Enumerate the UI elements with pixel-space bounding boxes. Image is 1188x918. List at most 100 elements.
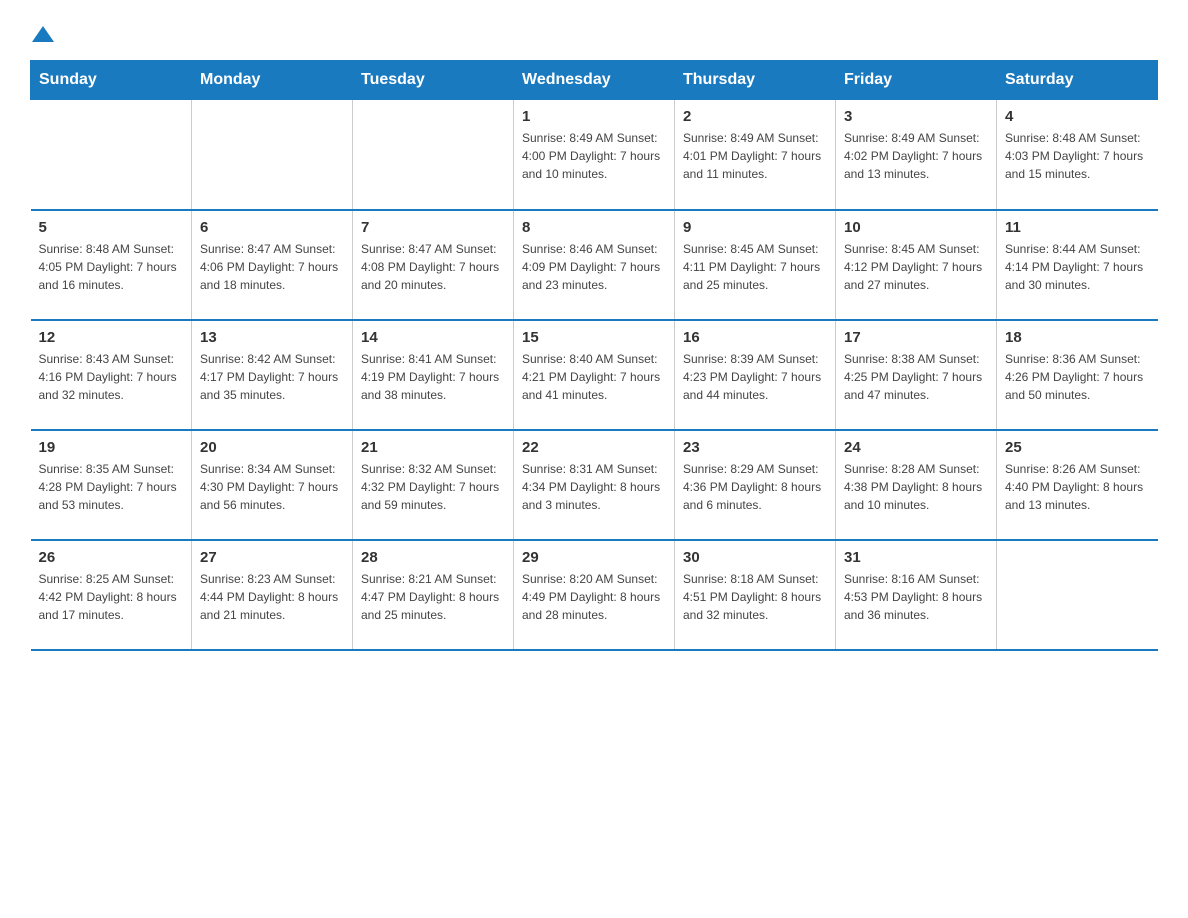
calendar-cell: 16Sunrise: 8:39 AM Sunset: 4:23 PM Dayli… <box>675 320 836 430</box>
day-info: Sunrise: 8:45 AM Sunset: 4:12 PM Dayligh… <box>844 240 988 294</box>
calendar-cell: 11 Sunrise: 8:44 AM Sunset: 4:14 PM Dayli… <box>997 210 1158 320</box>
day-info: Sunrise: 8:46 AM Sunset: 4:09 PM Dayligh… <box>522 240 666 294</box>
calendar-cell: 24 Sunrise: 8:28 AM Sunset: 4:38 PM Dayli… <box>836 430 997 540</box>
col-header-saturday: Saturday <box>997 61 1158 100</box>
week-row-2: 5 Sunrise: 8:48 AM Sunset: 4:05 PM Daylig… <box>31 210 1158 320</box>
calendar-cell: 9Sunrise: 8:45 AM Sunset: 4:11 PM Daylig… <box>675 210 836 320</box>
week-row-3: 12 Sunrise: 8:43 AM Sunset: 4:16 PM Dayli… <box>31 320 1158 430</box>
day-number: 16 <box>683 329 827 346</box>
day-number: 29 <box>522 549 666 566</box>
day-number: 28 <box>361 549 505 566</box>
day-number: 21 <box>361 439 505 456</box>
calendar-cell: 22 Sunrise: 8:31 AM Sunset: 4:34 PM Dayli… <box>514 430 675 540</box>
day-number: 9 <box>683 219 827 236</box>
day-number: 23 <box>683 439 827 456</box>
week-row-4: 19 Sunrise: 8:35 AM Sunset: 4:28 PM Dayli… <box>31 430 1158 540</box>
day-number: 27 <box>200 549 344 566</box>
day-number: 20 <box>200 439 344 456</box>
day-info: Sunrise: 8:38 AM Sunset: 4:25 PM Dayligh… <box>844 350 988 404</box>
calendar-cell <box>192 100 353 210</box>
logo <box>30 20 54 40</box>
day-number: 24 <box>844 439 988 456</box>
col-header-monday: Monday <box>192 61 353 100</box>
day-number: 6 <box>200 219 344 236</box>
day-number: 4 <box>1005 108 1150 125</box>
day-info: Sunrise: 8:16 AM Sunset: 4:53 PM Dayligh… <box>844 570 988 624</box>
day-info: Sunrise: 8:48 AM Sunset: 4:03 PM Dayligh… <box>1005 129 1150 183</box>
day-info: Sunrise: 8:36 AM Sunset: 4:26 PM Dayligh… <box>1005 350 1150 404</box>
day-info: Sunrise: 8:20 AM Sunset: 4:49 PM Dayligh… <box>522 570 666 624</box>
week-row-1: 1 Sunrise: 8:49 AM Sunset: 4:00 PM Daylig… <box>31 100 1158 210</box>
day-info: Sunrise: 8:31 AM Sunset: 4:34 PM Dayligh… <box>522 460 666 514</box>
day-info: Sunrise: 8:23 AM Sunset: 4:44 PM Dayligh… <box>200 570 344 624</box>
calendar-cell: 17 Sunrise: 8:38 AM Sunset: 4:25 PM Dayli… <box>836 320 997 430</box>
calendar-cell: 2Sunrise: 8:49 AM Sunset: 4:01 PM Daylig… <box>675 100 836 210</box>
day-info: Sunrise: 8:49 AM Sunset: 4:02 PM Dayligh… <box>844 129 988 183</box>
calendar-table: SundayMondayTuesdayWednesdayThursdayFrid… <box>30 60 1158 651</box>
calendar-cell: 6 Sunrise: 8:47 AM Sunset: 4:06 PM Daylig… <box>192 210 353 320</box>
day-number: 8 <box>522 219 666 236</box>
day-info: Sunrise: 8:41 AM Sunset: 4:19 PM Dayligh… <box>361 350 505 404</box>
calendar-cell <box>353 100 514 210</box>
calendar-cell: 29 Sunrise: 8:20 AM Sunset: 4:49 PM Dayli… <box>514 540 675 650</box>
calendar-cell: 26 Sunrise: 8:25 AM Sunset: 4:42 PM Dayli… <box>31 540 192 650</box>
day-number: 11 <box>1005 219 1150 236</box>
day-info: Sunrise: 8:49 AM Sunset: 4:01 PM Dayligh… <box>683 129 827 183</box>
calendar-cell: 13Sunrise: 8:42 AM Sunset: 4:17 PM Dayli… <box>192 320 353 430</box>
page-header <box>30 20 1158 40</box>
day-info: Sunrise: 8:43 AM Sunset: 4:16 PM Dayligh… <box>39 350 184 404</box>
day-info: Sunrise: 8:42 AM Sunset: 4:17 PM Dayligh… <box>200 350 344 404</box>
day-info: Sunrise: 8:18 AM Sunset: 4:51 PM Dayligh… <box>683 570 827 624</box>
calendar-cell: 14 Sunrise: 8:41 AM Sunset: 4:19 PM Dayli… <box>353 320 514 430</box>
calendar-cell: 7Sunrise: 8:47 AM Sunset: 4:08 PM Daylig… <box>353 210 514 320</box>
calendar-cell: 8 Sunrise: 8:46 AM Sunset: 4:09 PM Daylig… <box>514 210 675 320</box>
day-info: Sunrise: 8:28 AM Sunset: 4:38 PM Dayligh… <box>844 460 988 514</box>
calendar-cell: 1 Sunrise: 8:49 AM Sunset: 4:00 PM Daylig… <box>514 100 675 210</box>
day-info: Sunrise: 8:48 AM Sunset: 4:05 PM Dayligh… <box>39 240 184 294</box>
day-info: Sunrise: 8:47 AM Sunset: 4:06 PM Dayligh… <box>200 240 344 294</box>
day-info: Sunrise: 8:25 AM Sunset: 4:42 PM Dayligh… <box>39 570 184 624</box>
day-number: 30 <box>683 549 827 566</box>
calendar-cell: 28 Sunrise: 8:21 AM Sunset: 4:47 PM Dayli… <box>353 540 514 650</box>
day-number: 12 <box>39 329 184 346</box>
day-number: 26 <box>39 549 184 566</box>
calendar-cell: 4 Sunrise: 8:48 AM Sunset: 4:03 PM Daylig… <box>997 100 1158 210</box>
day-number: 31 <box>844 549 988 566</box>
calendar-header: SundayMondayTuesdayWednesdayThursdayFrid… <box>31 61 1158 100</box>
day-number: 25 <box>1005 439 1150 456</box>
day-number: 14 <box>361 329 505 346</box>
day-number: 7 <box>361 219 505 236</box>
day-number: 17 <box>844 329 988 346</box>
day-info: Sunrise: 8:40 AM Sunset: 4:21 PM Dayligh… <box>522 350 666 404</box>
calendar-cell: 10 Sunrise: 8:45 AM Sunset: 4:12 PM Dayli… <box>836 210 997 320</box>
day-info: Sunrise: 8:34 AM Sunset: 4:30 PM Dayligh… <box>200 460 344 514</box>
day-info: Sunrise: 8:21 AM Sunset: 4:47 PM Dayligh… <box>361 570 505 624</box>
calendar-cell <box>31 100 192 210</box>
day-number: 10 <box>844 219 988 236</box>
day-info: Sunrise: 8:29 AM Sunset: 4:36 PM Dayligh… <box>683 460 827 514</box>
day-number: 1 <box>522 108 666 125</box>
col-header-sunday: Sunday <box>31 61 192 100</box>
calendar-cell: 25 Sunrise: 8:26 AM Sunset: 4:40 PM Dayli… <box>997 430 1158 540</box>
day-number: 18 <box>1005 329 1150 346</box>
calendar-cell: 21 Sunrise: 8:32 AM Sunset: 4:32 PM Dayli… <box>353 430 514 540</box>
calendar-cell: 31 Sunrise: 8:16 AM Sunset: 4:53 PM Dayli… <box>836 540 997 650</box>
day-number: 5 <box>39 219 184 236</box>
calendar-cell: 18 Sunrise: 8:36 AM Sunset: 4:26 PM Dayli… <box>997 320 1158 430</box>
calendar-cell: 20 Sunrise: 8:34 AM Sunset: 4:30 PM Dayli… <box>192 430 353 540</box>
col-header-thursday: Thursday <box>675 61 836 100</box>
day-info: Sunrise: 8:32 AM Sunset: 4:32 PM Dayligh… <box>361 460 505 514</box>
day-info: Sunrise: 8:26 AM Sunset: 4:40 PM Dayligh… <box>1005 460 1150 514</box>
calendar-cell: 15Sunrise: 8:40 AM Sunset: 4:21 PM Dayli… <box>514 320 675 430</box>
day-info: Sunrise: 8:49 AM Sunset: 4:00 PM Dayligh… <box>522 129 666 183</box>
calendar-cell <box>997 540 1158 650</box>
week-row-5: 26 Sunrise: 8:25 AM Sunset: 4:42 PM Dayli… <box>31 540 1158 650</box>
day-number: 22 <box>522 439 666 456</box>
day-info: Sunrise: 8:35 AM Sunset: 4:28 PM Dayligh… <box>39 460 184 514</box>
col-header-wednesday: Wednesday <box>514 61 675 100</box>
calendar-cell: 5 Sunrise: 8:48 AM Sunset: 4:05 PM Daylig… <box>31 210 192 320</box>
calendar-cell: 19 Sunrise: 8:35 AM Sunset: 4:28 PM Dayli… <box>31 430 192 540</box>
day-number: 19 <box>39 439 184 456</box>
day-info: Sunrise: 8:44 AM Sunset: 4:14 PM Dayligh… <box>1005 240 1150 294</box>
col-header-tuesday: Tuesday <box>353 61 514 100</box>
